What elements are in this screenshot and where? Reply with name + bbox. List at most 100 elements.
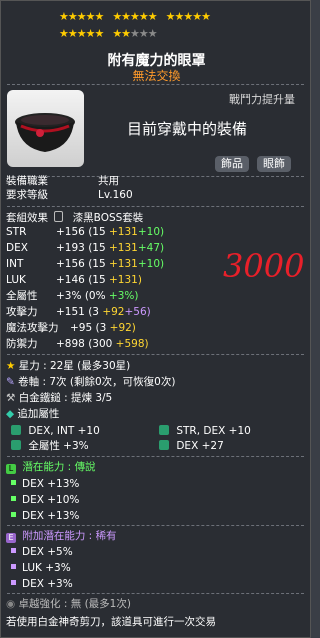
combat-power-label: 戰鬥力提升量 [229, 93, 295, 106]
lock-icon [54, 211, 64, 222]
job-row: 裝備職業 共用 [6, 175, 119, 188]
stat-extra: +3%) [108, 290, 139, 302]
stat-name: 魔法攻擊力 [6, 322, 59, 334]
stat-total: +95 [70, 322, 93, 334]
stat-base: (15 [88, 258, 106, 270]
star-force-label: 星力 : 22星 (最多30星) [18, 360, 131, 372]
scroll-label: 卷軸 : 7次 (剩餘0次，可恢復0次) [18, 376, 176, 388]
trade-notice: 若使用白金神奇剪刀，該道具可進行一次交易 [6, 616, 216, 628]
stat-extra: +47) [137, 242, 165, 254]
potential-line: DEX +10% [11, 494, 79, 507]
extra-option-line: DEX, INT +10 [11, 425, 100, 438]
stat-name: 全屬性 [6, 290, 38, 302]
potential-line: DEX +13% [11, 510, 79, 523]
star-force-row: ★ 星力 : 22星 (最多30星) [6, 360, 130, 373]
star-icon: ★ [6, 360, 16, 372]
star-group: ★★★★★ [59, 10, 104, 23]
stat-enhance: +92 [102, 306, 125, 318]
stat-row: 全屬性 +3% (0% +3%) [6, 290, 138, 303]
stat-base: (3 [88, 306, 99, 318]
flame-icon [11, 440, 21, 450]
extra-option-line: 全屬性 +3% [11, 440, 89, 453]
stat-total: +898 [56, 338, 85, 350]
stat-base: (15 [88, 242, 106, 254]
flame-icon [11, 425, 21, 435]
slot-chip: 眼飾 [257, 156, 291, 172]
stat-row: STR +156 (15 +131+10) [6, 226, 164, 239]
stat-name: LUK [6, 274, 26, 286]
stat-extra: +10) [137, 226, 165, 238]
divider [7, 176, 304, 177]
stat-name: INT [6, 258, 24, 270]
stat-total: +151 [56, 306, 85, 318]
divider [7, 84, 304, 85]
extra-option-value: 全屬性 +3% [28, 440, 89, 452]
hammer-row: ⚒ 白金鐵鎚 : 提煉 3/5 [6, 392, 112, 405]
stat-name: DEX [6, 242, 28, 254]
stat-row: DEX +193 (15 +131+47) [6, 242, 164, 255]
rare-grade-icon: E [6, 533, 16, 543]
star-group-empty: ★★★ [130, 27, 158, 40]
stat-extra: +56) [124, 306, 151, 318]
job-label: 裝備職業 [6, 175, 48, 187]
item-tooltip: ★★★★★ ★★★★★ ★★★★★ ★★★★★ ★★★★★ 附有魔力的眼罩 無法交換 … [0, 0, 311, 638]
extra-option-line: STR, DEX +10 [159, 425, 251, 438]
stat-row: INT +156 (15 +131+10) [6, 258, 164, 271]
stat-name: STR [6, 226, 27, 238]
stat-base: (3 [95, 322, 107, 334]
stat-enhance: +131 [109, 242, 138, 254]
category-chip: 飾品 [215, 156, 249, 172]
bonus-potential-line: DEX +5% [11, 546, 73, 559]
soul-row: ◉ 卓越強化 : 無 (最多1次) [6, 598, 131, 611]
soul-label: 卓越強化 : 無 (最多1次) [18, 598, 131, 610]
flame-icon [159, 440, 169, 450]
handwritten-annotation: 3000 [223, 247, 305, 285]
extra-option-value: STR, DEX +10 [176, 425, 251, 437]
star-group: ★★★★★ [112, 10, 157, 23]
stat-row: 攻擊力 +151 (3 +92+56) [6, 306, 151, 319]
potential-label: 潛在能力 : [22, 461, 75, 473]
star-group: ★★★★★ [59, 27, 104, 40]
stat-enhance: +598) [115, 338, 149, 350]
stat-row: 防禦力 +898 (300 +598) [6, 338, 149, 351]
set-value: 漆黑BOSS套裝 [72, 212, 144, 224]
stat-base: (300 [88, 338, 113, 350]
star-force-row-1: ★★★★★ ★★★★★ ★★★★★ [59, 10, 259, 23]
divider [7, 456, 304, 457]
stat-total: +193 [56, 242, 85, 254]
extra-options-row: ◆ 追加屬性 [6, 408, 59, 421]
hammer-label: 白金鐵鎚 : 提煉 3/5 [18, 392, 113, 404]
stat-name: 攻擊力 [6, 306, 38, 318]
stat-row: 魔法攻擊力 +95 (3 +92) [6, 322, 136, 335]
stat-total: +3% [56, 290, 82, 302]
potential-grade: 傳說 [74, 461, 96, 473]
extra-option-value: DEX, INT +10 [28, 425, 100, 437]
stat-base: (15 [88, 274, 106, 286]
extra-options-label: 追加屬性 [17, 408, 60, 420]
bonus-potential-line: DEX +3% [11, 578, 73, 591]
bonus-potential-label: 附加潛在能力 : [22, 530, 96, 542]
set-row: 套組效果 漆黑BOSS套裝 [6, 211, 143, 225]
potential-header: L 潛在能力 : 傳說 [6, 461, 96, 474]
divider [7, 206, 304, 207]
star-group: ★★ [112, 27, 131, 40]
bonus-potential-line: LUK +3% [11, 562, 71, 575]
extra-option-value: DEX +27 [176, 440, 224, 452]
star-force-row-2: ★★★★★ ★★★★★ [59, 27, 259, 40]
extra-option-line: DEX +27 [159, 440, 224, 453]
bonus-potential-header: E 附加潛在能力 : 稀有 [6, 530, 117, 543]
flame-icon: ◆ [6, 408, 15, 420]
potential-line: DEX +13% [11, 478, 79, 491]
star-group: ★★★★★ [165, 10, 211, 23]
stat-base: (0% [84, 290, 106, 302]
stat-enhance: +92) [109, 322, 136, 334]
equipped-label: 目前穿戴中的裝備 [127, 120, 248, 138]
stat-extra: +10) [137, 258, 165, 270]
item-icon-box [7, 90, 84, 167]
level-value: Lv.160 [98, 189, 133, 201]
scroll-row: ✎ 卷軸 : 7次 (剩餘0次，可恢復0次) [6, 376, 175, 389]
stat-total: +156 [56, 226, 85, 238]
divider [7, 354, 304, 355]
divider [7, 525, 304, 526]
stat-total: +146 [56, 274, 85, 286]
